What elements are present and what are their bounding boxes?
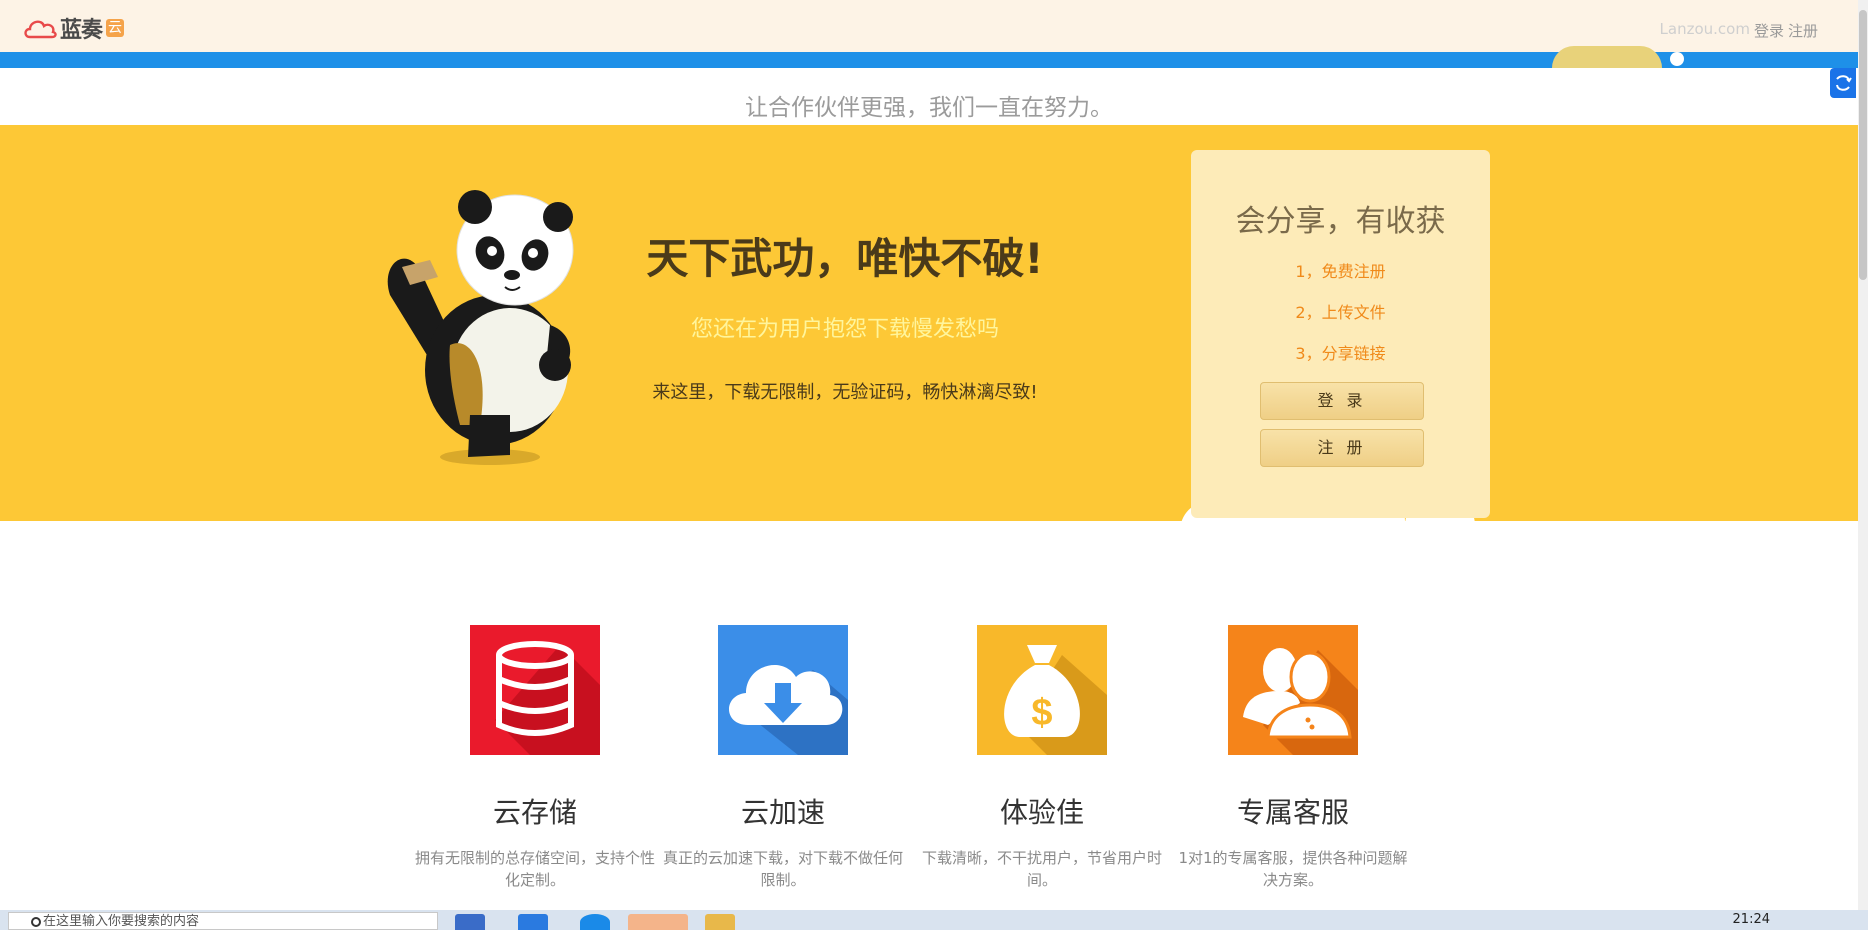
feature-title: 云加速 — [740, 796, 825, 829]
taskbar-clock: 21:24 — [1732, 912, 1770, 927]
money-bag-icon: $ — [977, 625, 1107, 755]
login-button[interactable]: 登 录 — [1260, 382, 1424, 420]
share-step-upload: 2，上传文件 — [1295, 303, 1386, 322]
taskbar-mail-icon[interactable] — [518, 914, 548, 930]
feature-title: 体验佳 — [999, 796, 1084, 829]
cloud-logo-icon — [24, 20, 57, 39]
feature-title: 专属客服 — [1236, 796, 1349, 829]
header-login-link[interactable]: 登录 — [1754, 20, 1784, 41]
kungfu-panda-illustration — [387, 190, 574, 465]
site-name: Lanzou.com — [1659, 20, 1750, 38]
header-register-link[interactable]: 注册 — [1788, 20, 1818, 41]
site-logo[interactable]: 蓝奏 云 — [22, 12, 125, 44]
hero-title: 天下武功，唯快不破! — [646, 234, 1044, 283]
database-icon — [470, 625, 600, 755]
taskbar-app-icon-1[interactable] — [455, 914, 485, 930]
nav-accent-bar — [0, 46, 1858, 68]
support-users-icon — [1228, 625, 1358, 755]
hero-subtitle: 您还在为用户抱怨下载慢发愁吗 — [690, 317, 999, 342]
feature-description: 下载清晰，不干扰用户，节省用户时间。 — [921, 849, 1162, 889]
hero-banner: 天下武功，唯快不破! 您还在为用户抱怨下载慢发愁吗 来这里，下载无限制，无验证码… — [0, 125, 1858, 521]
feature-description: 拥有无限制的总存储空间，支持个性化定制。 — [414, 849, 655, 889]
logo-text: 蓝奏 — [60, 18, 103, 43]
page-slogan: 让合作伙伴更强，我们一直在努力。 — [745, 95, 1113, 121]
mascot-peek-decoration — [1552, 46, 1662, 68]
feature-dedicated-support: 专属客服 1对1的专属客服，提供各种问题解决方案。 — [1168, 625, 1418, 891]
share-card: 会分享，有收获 1，免费注册 2，上传文件 3，分享链接 登 录 注 册 — [1191, 150, 1490, 518]
taskbar-browser-icon[interactable] — [580, 914, 610, 930]
taskbar-active-app-icon[interactable] — [628, 914, 688, 930]
decor-dot — [1670, 52, 1684, 66]
register-button[interactable]: 注 册 — [1260, 429, 1424, 467]
share-step-register: 1，免费注册 — [1295, 262, 1386, 281]
top-header: 蓝奏 云 Lanzou.com 登录 注册 — [0, 0, 1858, 52]
feature-title: 云存储 — [492, 796, 577, 829]
share-step-share: 3，分享链接 — [1295, 344, 1386, 363]
feature-description: 真正的云加速下载，对下载不做任何限制。 — [662, 849, 903, 889]
feature-description: 1对1的专属客服，提供各种问题解决方案。 — [1178, 849, 1408, 889]
page-scrollbar[interactable] — [1858, 0, 1868, 910]
os-taskbar: 在这里输入你要搜索的内容 21:24 — [0, 910, 1868, 930]
feature-cloud-acceleration: 云加速 真正的云加速下载，对下载不做任何限制。 — [658, 625, 908, 891]
system-tray[interactable] — [1478, 916, 1668, 930]
svg-text:$: $ — [1031, 692, 1052, 734]
taskbar-folder-icon[interactable] — [705, 914, 735, 930]
search-icon — [31, 917, 41, 927]
feature-experience: $ 体验佳 下载清晰，不干扰用户，节省用户时间。 — [917, 625, 1167, 891]
taskbar-search-placeholder: 在这里输入你要搜索的内容 — [43, 914, 200, 929]
scrollbar-thumb[interactable] — [1859, 10, 1867, 280]
cloud-download-icon — [718, 625, 848, 755]
logo-badge: 云 — [106, 19, 125, 37]
header-links: Lanzou.com 登录 注册 — [1660, 20, 1818, 41]
share-card-title: 会分享，有收获 — [1235, 204, 1446, 239]
hero-description: 来这里，下载无限制，无验证码，畅快淋漓尽致! — [652, 382, 1038, 403]
feature-cloud-storage: 云存储 拥有无限制的总存储空间，支持个性化定制。 — [410, 625, 660, 891]
taskbar-search-box[interactable]: 在这里输入你要搜索的内容 — [8, 912, 438, 930]
